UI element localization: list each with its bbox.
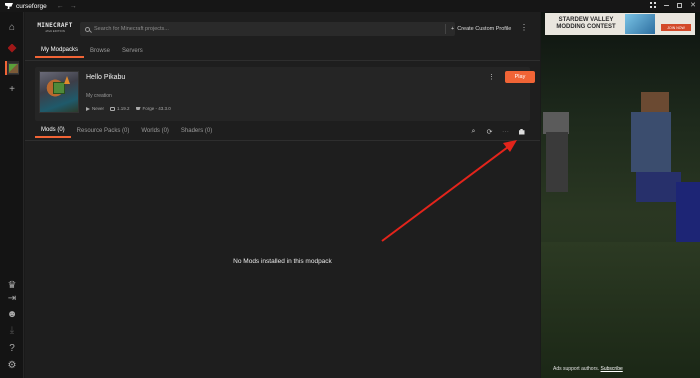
close-icon[interactable]: ✕ <box>690 1 696 9</box>
minimize-icon[interactable] <box>664 4 670 6</box>
app-brand: curseforge <box>5 3 47 10</box>
app-name: curseforge <box>16 2 47 10</box>
minecraft-icon[interactable] <box>5 61 19 75</box>
forward-arrow-icon[interactable]: → <box>70 3 77 10</box>
back-arrow-icon[interactable]: ← <box>57 3 64 10</box>
grid-view-icon[interactable] <box>650 2 657 8</box>
settings-icon[interactable]: ⚙ <box>5 358 19 372</box>
crown-icon[interactable]: ♛ <box>5 278 19 292</box>
help-icon[interactable]: ? <box>5 341 19 355</box>
ad-banner[interactable]: STARDEW VALLEY MODDING CONTEST JOIN NOW <box>545 13 695 35</box>
subscribe-link[interactable]: Subscribe <box>601 366 623 372</box>
ad-join-button[interactable]: JOIN NOW <box>661 24 691 31</box>
main-content: MINECRAFT JAVA EDITION + Create Custom P… <box>25 12 540 378</box>
ad-footer: Ads support authors. Subscribe <box>553 366 623 372</box>
ad-banner-title: STARDEW VALLEY MODDING CONTEST <box>556 17 616 30</box>
home-icon[interactable]: ⌂ <box>5 20 19 34</box>
annotation-arrow <box>381 140 517 242</box>
sidebar: ⌂ + ♛ ⇥ ☻ ⤓ ? ⚙ <box>0 12 24 378</box>
maximize-icon[interactable] <box>677 2 683 8</box>
download-icon[interactable]: ⤓ <box>5 323 19 337</box>
ad-footer-text: Ads support authors. <box>553 366 600 372</box>
spider-icon[interactable] <box>5 41 19 55</box>
title-bar: curseforge ← → ✕ <box>0 0 700 12</box>
ad-panel[interactable]: STARDEW VALLEY MODDING CONTEST JOIN NOW … <box>541 12 700 378</box>
discord-icon[interactable]: ☻ <box>5 307 19 321</box>
ad-banner-art <box>625 14 655 34</box>
login-icon[interactable]: ⇥ <box>5 291 19 305</box>
curseforge-logo-icon <box>5 3 13 9</box>
ad-background-art <box>541 242 700 378</box>
plus-icon[interactable]: + <box>5 82 19 96</box>
